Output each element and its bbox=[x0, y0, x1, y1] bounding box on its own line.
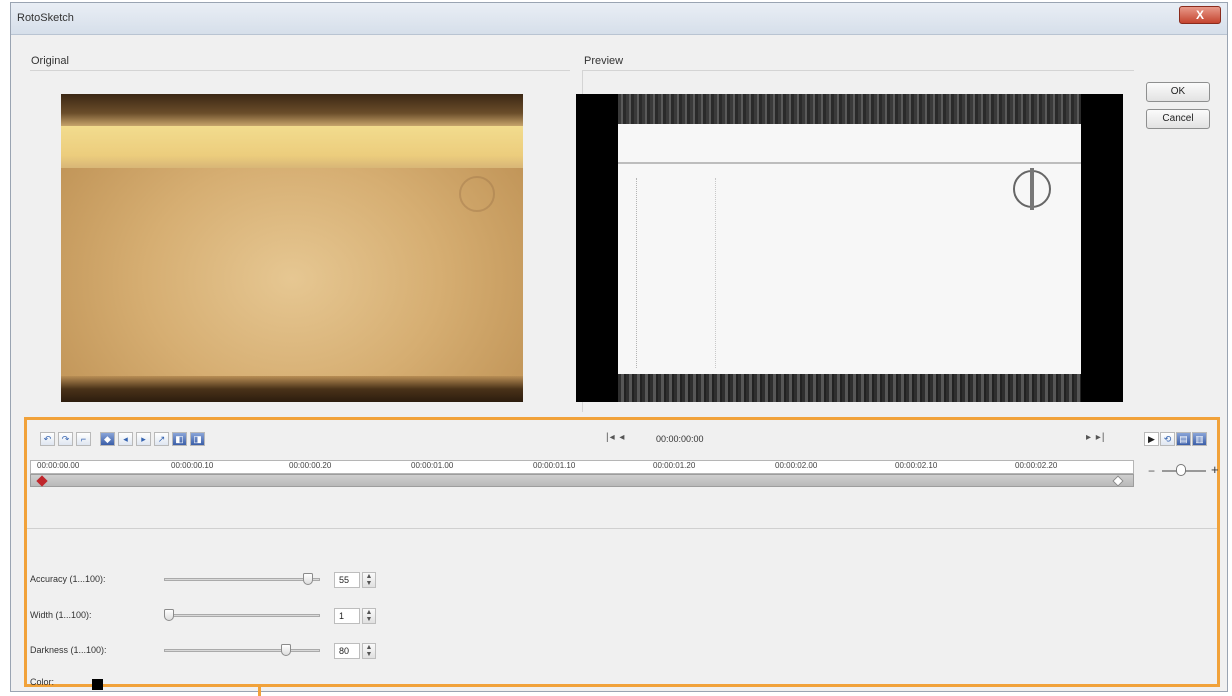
darkness-label: Darkness (1...100): bbox=[30, 645, 107, 655]
callout-pointer bbox=[258, 686, 261, 696]
compass-rose-icon bbox=[1013, 168, 1051, 210]
burnt-bottom-edge bbox=[61, 376, 523, 402]
close-button[interactable]: X bbox=[1179, 6, 1221, 24]
preview-image bbox=[576, 94, 1123, 402]
sketch-map-lines bbox=[636, 178, 716, 368]
ruler-tick: 00:00:00.00 bbox=[37, 461, 80, 470]
remove-keyframe-icon[interactable]: ↷ bbox=[58, 432, 73, 446]
copy-keyframe-icon[interactable]: ◧ bbox=[172, 432, 187, 446]
accuracy-value-field[interactable]: 55 bbox=[334, 572, 360, 588]
preview-pane-label: Preview bbox=[584, 55, 624, 67]
loop-icon[interactable]: ⟲ bbox=[1160, 432, 1175, 446]
timecode-display: 00:00:00:00 bbox=[656, 434, 704, 444]
burnt-top-edge bbox=[61, 94, 523, 126]
zoom-slider-thumb[interactable] bbox=[1176, 464, 1186, 476]
ruler-tick: 00:00:01.20 bbox=[653, 461, 696, 470]
section-divider bbox=[27, 528, 1217, 529]
timeline-ruler[interactable]: 00:00:00.00 00:00:00.10 00:00:00.20 00:0… bbox=[30, 460, 1134, 474]
darkness-slider[interactable] bbox=[164, 649, 320, 652]
preview-mode-icon[interactable]: ▤ bbox=[1176, 432, 1191, 446]
sketch-band-line bbox=[618, 162, 1081, 164]
ruler-tick: 00:00:01.00 bbox=[411, 461, 454, 470]
ok-button[interactable]: OK bbox=[1146, 82, 1210, 102]
ruler-tick: 00:00:02.20 bbox=[1015, 461, 1058, 470]
goto-prev-keyframe-icon[interactable]: ◆ bbox=[100, 432, 115, 446]
sketch-frame bbox=[618, 94, 1081, 402]
title-bar: RotoSketch X bbox=[11, 3, 1227, 35]
paste-keyframe-icon[interactable]: ◨ bbox=[190, 432, 205, 446]
width-spin-button[interactable]: ▲ ▼ bbox=[362, 608, 376, 624]
add-keyframe-icon[interactable]: ↶ bbox=[40, 432, 55, 446]
accuracy-spin-button[interactable]: ▲ ▼ bbox=[362, 572, 376, 588]
darkness-slider-thumb[interactable] bbox=[280, 644, 291, 656]
goto-first-keyframe-icon[interactable]: ◂ bbox=[118, 432, 133, 446]
highlight-band bbox=[61, 126, 523, 168]
color-label: Color: bbox=[30, 677, 55, 687]
compass-rose-icon bbox=[459, 176, 495, 212]
darkness-value-field[interactable]: 80 bbox=[334, 643, 360, 659]
ruler-tick: 00:00:02.00 bbox=[775, 461, 818, 470]
sketch-top-edge bbox=[618, 94, 1081, 124]
width-value-field[interactable]: 1 bbox=[334, 608, 360, 624]
accuracy-slider-thumb[interactable] bbox=[302, 573, 313, 585]
zoom-out-icon[interactable]: − bbox=[1148, 464, 1155, 478]
goto-start-icon[interactable]: |◂ ◂ bbox=[606, 432, 625, 443]
original-pane-label: Original bbox=[31, 55, 69, 67]
color-swatch[interactable] bbox=[92, 679, 103, 690]
window-title: RotoSketch bbox=[17, 12, 74, 24]
cancel-button[interactable]: Cancel bbox=[1146, 109, 1210, 129]
accuracy-slider[interactable] bbox=[164, 578, 320, 581]
reverse-keyframe-icon[interactable]: ⌐ bbox=[76, 432, 91, 446]
goto-last-keyframe-icon[interactable]: ↗ bbox=[154, 432, 169, 446]
darkness-spin-button[interactable]: ▲ ▼ bbox=[362, 643, 376, 659]
ruler-tick: 00:00:00.10 bbox=[171, 461, 214, 470]
width-label: Width (1...100): bbox=[30, 610, 92, 620]
accuracy-label: Accuracy (1...100): bbox=[30, 574, 106, 584]
ruler-tick: 00:00:02.10 bbox=[895, 461, 938, 470]
sketch-bottom-edge bbox=[618, 374, 1081, 402]
keyframe-track[interactable] bbox=[30, 474, 1134, 487]
ruler-tick: 00:00:00.20 bbox=[289, 461, 332, 470]
ruler-tick: 00:00:01.10 bbox=[533, 461, 576, 470]
play-icon[interactable]: ▶ bbox=[1144, 432, 1159, 446]
split-view-icon[interactable]: ▥ bbox=[1192, 432, 1207, 446]
keyframe-controls-highlight bbox=[24, 417, 1220, 687]
width-slider-thumb[interactable] bbox=[164, 609, 174, 621]
zoom-in-icon[interactable]: + bbox=[1211, 462, 1219, 477]
original-image bbox=[61, 94, 523, 402]
width-slider[interactable] bbox=[164, 614, 320, 617]
goto-next-keyframe-icon[interactable]: ▸ bbox=[136, 432, 151, 446]
goto-end-icon[interactable]: ▸ ▸| bbox=[1086, 432, 1105, 443]
